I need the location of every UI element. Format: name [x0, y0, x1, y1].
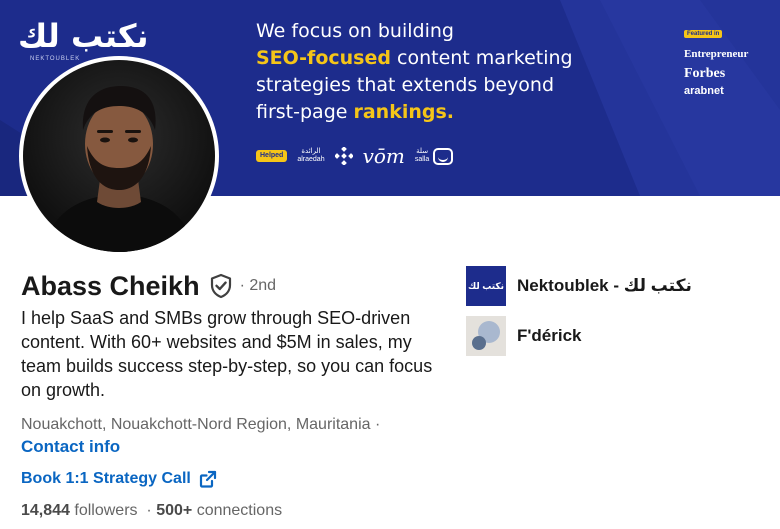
banner-headline: We focus on building SEO-focused content…: [256, 18, 636, 126]
profile-headline: I help SaaS and SMBs grow through SEO-dr…: [21, 308, 433, 400]
school-logo-placeholder-icon: [466, 316, 506, 356]
external-link-icon: [199, 470, 217, 488]
company-logo-nektoublek: نكتب لك: [466, 266, 506, 306]
stats-separator: ·: [141, 502, 157, 519]
alraedah-mark-icon: [334, 147, 353, 165]
website-link[interactable]: Book 1:1 Strategy Call: [21, 468, 217, 490]
company-name: Nektoublek - نكتب لك: [517, 276, 692, 295]
brand-logo: نكتب لك: [18, 17, 150, 55]
client-logo-alraedah: الرائدة alraedah: [297, 148, 325, 163]
featured-in-block: Featured in Entrepreneur Forbes arabnet: [684, 22, 774, 98]
verified-shield-icon[interactable]: [208, 273, 234, 299]
current-company-item[interactable]: نكتب لك Nektoublek - نكتب لك: [466, 266, 692, 306]
education-item[interactable]: F'dérick: [466, 316, 582, 356]
client-logo-vom: vōm: [362, 144, 405, 168]
profile-photo: [23, 60, 215, 252]
connections-count[interactable]: 500+: [156, 502, 192, 519]
followers-label[interactable]: followers: [74, 502, 137, 519]
followers-count[interactable]: 14,844: [21, 502, 70, 519]
school-name: F'dérick: [517, 326, 582, 345]
contact-info-link[interactable]: Contact info: [21, 436, 120, 458]
profile-avatar[interactable]: [19, 56, 219, 256]
banner-headline-line: first-page rankings.: [256, 101, 455, 123]
banner-headline-line: We focus on building: [256, 20, 454, 42]
publication-forbes: Forbes: [684, 66, 726, 81]
person-silhouette-icon: [43, 86, 195, 252]
profile-name: Abass Cheikh: [21, 271, 200, 301]
publication-entrepreneur: Entrepreneur: [684, 48, 749, 60]
connections-label[interactable]: connections: [197, 502, 282, 519]
publication-arabnet: arabnet: [684, 85, 724, 97]
banner-headline-line: strategies that extends beyond: [256, 74, 555, 96]
helped-clients-row: Helped الرائدة alraedah vōm سلة salla: [256, 144, 454, 168]
profile-location: Nouakchott, Nouakchott-Nord Region, Maur…: [21, 416, 381, 433]
helped-badge: Helped: [256, 150, 288, 162]
brand-logo-subtitle: NEKTOUBLEK: [30, 56, 81, 62]
profile-name-row: Abass Cheikh · 2nd: [21, 269, 276, 303]
connection-degree: · 2nd: [239, 277, 277, 294]
banner-headline-line: SEO-focused content marketing: [256, 47, 573, 69]
featured-badge: Featured in: [684, 30, 723, 38]
client-logo-salla: سلة salla: [414, 147, 454, 165]
salla-wordmark: سلة salla: [414, 148, 430, 163]
salla-bag-icon: [433, 147, 454, 165]
website-link-label: Book 1:1 Strategy Call: [21, 470, 191, 487]
network-stats: 14,844 followers · 500+ connections: [21, 500, 282, 522]
